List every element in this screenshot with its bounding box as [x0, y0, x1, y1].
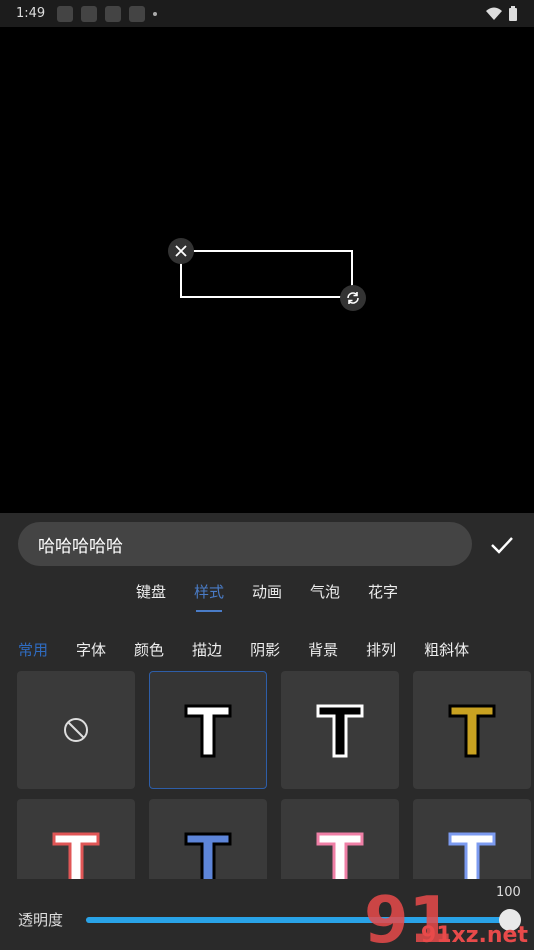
text-style-preview-icon — [184, 832, 232, 879]
main-tab-3[interactable]: 气泡 — [310, 581, 340, 610]
sub-tab-4[interactable]: 阴影 — [250, 639, 280, 660]
status-bar: 1:49 — [0, 0, 534, 27]
text-sticker-frame[interactable] — [180, 250, 353, 298]
text-style-preview-icon — [316, 832, 364, 879]
text-style-preview-icon — [448, 832, 496, 879]
sub-tab-1[interactable]: 字体 — [76, 639, 106, 660]
notification-icon — [105, 5, 122, 22]
text-input-value: 哈哈哈哈哈 — [38, 536, 123, 557]
sub-tab-bar: 常用 字体 颜色 描边 阴影 背景 排列 粗斜体 — [18, 639, 469, 660]
delete-sticker-button[interactable] — [168, 238, 194, 264]
checkmark-icon — [491, 537, 513, 554]
rotate-icon — [347, 292, 359, 304]
style-option[interactable] — [149, 671, 267, 789]
notification-icon — [57, 5, 74, 22]
text-style-preview-icon — [184, 704, 232, 758]
sub-tab-3[interactable]: 描边 — [192, 639, 222, 660]
watermark-text: 91xz.net — [420, 923, 528, 948]
text-input[interactable]: 哈哈哈哈哈 — [18, 522, 472, 566]
sub-tab-0[interactable]: 常用 — [18, 639, 48, 660]
confirm-button[interactable] — [486, 529, 518, 561]
none-icon — [64, 718, 88, 742]
sub-tab-6[interactable]: 排列 — [366, 639, 396, 660]
main-tab-1[interactable]: 样式 — [194, 581, 224, 612]
text-style-preview-icon — [52, 832, 100, 879]
style-grid-viewport — [0, 671, 534, 879]
main-tab-4[interactable]: 花字 — [368, 581, 398, 610]
style-grid — [17, 671, 531, 879]
style-option[interactable] — [413, 671, 531, 789]
notification-icon — [81, 5, 98, 22]
style-option[interactable] — [413, 799, 531, 879]
sub-tab-5[interactable]: 背景 — [308, 639, 338, 660]
rotate-sticker-handle[interactable] — [340, 285, 366, 311]
close-icon — [175, 245, 187, 257]
main-tab-bar: 键盘 样式 动画 气泡 花字 — [0, 581, 534, 612]
status-time: 1:49 — [16, 6, 46, 21]
notification-icon — [129, 5, 146, 22]
watermark: 91 91xz.net — [360, 880, 534, 950]
style-option[interactable] — [17, 671, 135, 789]
more-dot-icon — [153, 11, 158, 16]
style-option[interactable] — [17, 799, 135, 879]
main-tab-2[interactable]: 动画 — [252, 581, 282, 610]
status-notification-icons — [57, 5, 158, 22]
sub-tab-7[interactable]: 粗斜体 — [424, 639, 469, 660]
text-style-preview-icon — [316, 704, 364, 758]
sub-tab-2[interactable]: 颜色 — [134, 639, 164, 660]
style-option[interactable] — [281, 799, 399, 879]
style-option[interactable] — [149, 799, 267, 879]
battery-icon — [509, 5, 517, 21]
style-option[interactable] — [281, 671, 399, 789]
opacity-label: 透明度 — [18, 911, 64, 929]
wifi-icon — [486, 7, 502, 20]
main-tab-0[interactable]: 键盘 — [136, 581, 166, 610]
text-style-preview-icon — [448, 704, 496, 758]
status-system-icons — [486, 5, 518, 22]
